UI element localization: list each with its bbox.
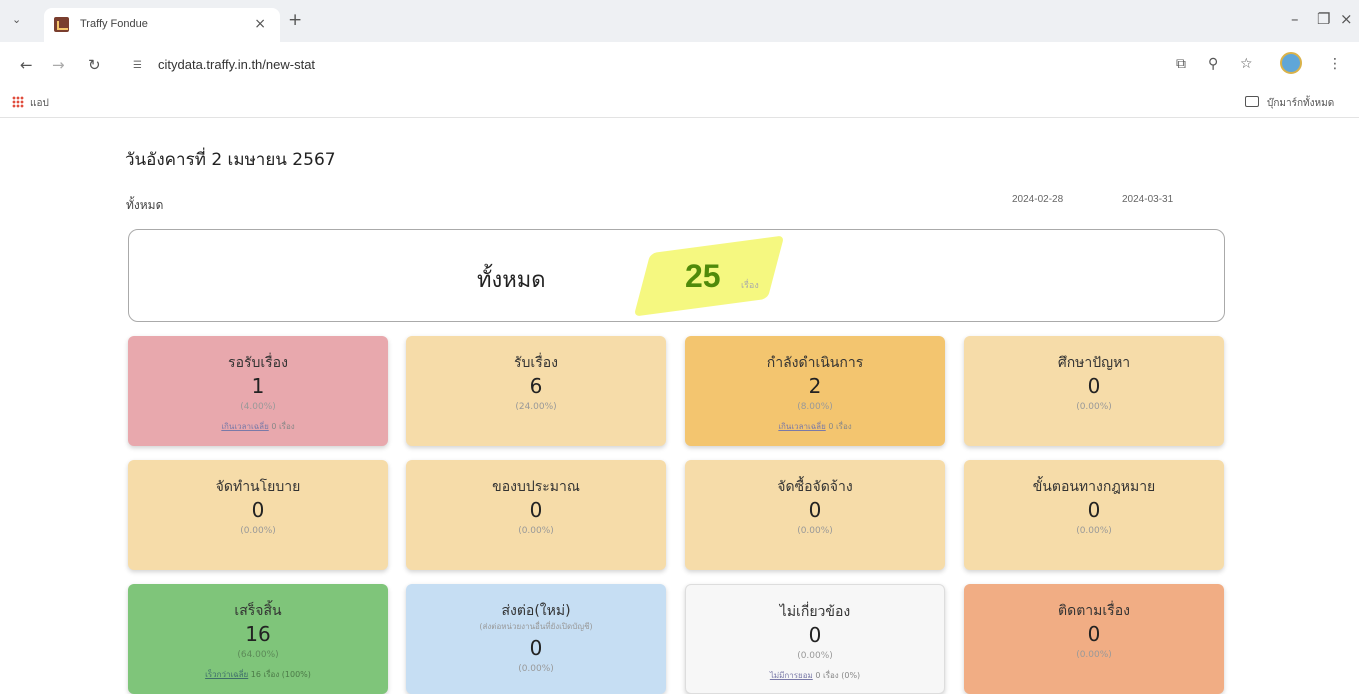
card-percent: (24.00%) bbox=[515, 402, 557, 412]
card-forwarded[interactable]: ส่งต่อ(ใหม่) (ส่งต่อหน่วยงานอื่นที่ยังเป… bbox=[406, 584, 666, 694]
card-value: 2 bbox=[808, 374, 822, 398]
browser-tab-bar: ⌄ Traffy Fondue × + – ❐ × bbox=[0, 0, 1359, 42]
card-sub-link[interactable]: เร็วกว่าเฉลี่ย bbox=[205, 670, 248, 679]
new-tab-icon[interactable]: + bbox=[288, 10, 302, 30]
card-percent: (8.00%) bbox=[797, 402, 833, 412]
card-value: 0 bbox=[1087, 374, 1101, 398]
card-value: 0 bbox=[251, 498, 265, 522]
card-legal[interactable]: ขั้นตอนทางกฎหมาย 0 (0.00%) bbox=[964, 460, 1224, 570]
card-sub: เกินเวลาเฉลี่ย 0 เรื่อง bbox=[128, 420, 388, 433]
card-title: กำลังดำเนินการ bbox=[766, 355, 864, 371]
card-procurement[interactable]: จัดซื้อจัดจ้าง 0 (0.00%) bbox=[685, 460, 945, 570]
folder-icon[interactable] bbox=[1245, 96, 1259, 107]
card-sub-text: 0 เรื่อง bbox=[271, 422, 295, 431]
forward-icon[interactable]: → bbox=[52, 56, 65, 74]
tab-search-chevron-icon[interactable]: ⌄ bbox=[12, 13, 21, 26]
install-app-icon[interactable]: ⧉ bbox=[1176, 56, 1186, 72]
card-value: 1 bbox=[251, 374, 265, 398]
card-percent: (4.00%) bbox=[240, 402, 276, 412]
close-window-icon[interactable]: × bbox=[1340, 10, 1353, 28]
zoom-icon[interactable]: ⚲ bbox=[1208, 56, 1218, 72]
card-sub-link[interactable]: เกินเวลาเฉลี่ย bbox=[778, 422, 825, 431]
card-percent: (0.00%) bbox=[518, 526, 554, 536]
card-note: (ส่งต่อหน่วยงานอื่นที่ยังเปิดบัญชี) bbox=[479, 622, 593, 631]
date-to-input[interactable]: 2024-03-31 bbox=[1122, 194, 1173, 205]
card-completed[interactable]: เสร็จสิ้น 16 (64.00%) เร็วกว่าเฉลี่ย 16 … bbox=[128, 584, 388, 694]
card-study[interactable]: ศึกษาปัญหา 0 (0.00%) bbox=[964, 336, 1224, 446]
url-field[interactable]: citydata.traffy.in.th/new-stat bbox=[158, 57, 315, 72]
card-percent: (0.00%) bbox=[797, 526, 833, 536]
card-percent: (0.00%) bbox=[1076, 402, 1112, 412]
total-unit: เรื่อง bbox=[741, 281, 759, 291]
card-percent: (0.00%) bbox=[518, 664, 554, 674]
card-title: ไม่เกี่ยวข้อง bbox=[779, 604, 851, 620]
card-follow-up[interactable]: ติดตามเรื่อง 0 (0.00%) bbox=[964, 584, 1224, 694]
browser-tab[interactable]: Traffy Fondue × bbox=[44, 8, 280, 42]
card-received[interactable]: รับเรื่อง 6 (24.00%) bbox=[406, 336, 666, 446]
restore-icon[interactable]: ❐ bbox=[1317, 10, 1330, 28]
card-title: ส่งต่อ(ใหม่) bbox=[501, 603, 571, 619]
card-sub-text: 16 เรื่อง (100%) bbox=[250, 670, 311, 679]
card-percent: (64.00%) bbox=[237, 650, 279, 660]
card-title: รอรับเรื่อง bbox=[228, 355, 288, 371]
apps-grid-icon[interactable] bbox=[12, 96, 24, 108]
browser-menu-icon[interactable]: ⋮ bbox=[1328, 56, 1342, 72]
card-waiting[interactable]: รอรับเรื่อง 1 (4.00%) เกินเวลาเฉลี่ย 0 เ… bbox=[128, 336, 388, 446]
date-from-input[interactable]: 2024-02-28 bbox=[1012, 194, 1063, 205]
card-sub-link[interactable]: เกินเวลาเฉลี่ย bbox=[221, 422, 268, 431]
card-policy[interactable]: จัดทำนโยบาย 0 (0.00%) bbox=[128, 460, 388, 570]
card-percent: (0.00%) bbox=[240, 526, 276, 536]
tab-title: Traffy Fondue bbox=[80, 18, 148, 30]
card-title: จัดซื้อจัดจ้าง bbox=[777, 479, 853, 495]
minimize-icon[interactable]: – bbox=[1291, 10, 1299, 28]
card-title: ขั้นตอนทางกฎหมาย bbox=[1032, 479, 1156, 495]
card-sub: เร็วกว่าเฉลี่ย 16 เรื่อง (100%) bbox=[128, 668, 388, 681]
profile-avatar[interactable] bbox=[1280, 52, 1302, 74]
all-bookmarks-label[interactable]: บุ๊กมาร์กทั้งหมด bbox=[1267, 96, 1334, 111]
bookmarks-bar: แอป บุ๊กมาร์กทั้งหมด bbox=[0, 88, 1359, 118]
apps-label[interactable]: แอป bbox=[30, 96, 49, 111]
card-sub-link[interactable]: ไม่มีการยอม bbox=[770, 671, 813, 680]
address-bar: ← → ↻ ☰ citydata.traffy.in.th/new-stat ⧉… bbox=[0, 42, 1359, 88]
card-title: เสร็จสิ้น bbox=[234, 603, 282, 619]
card-title: ของบประมาณ bbox=[492, 479, 580, 495]
filter-select[interactable]: ทั้งหมด bbox=[126, 196, 163, 215]
close-tab-icon[interactable]: × bbox=[254, 16, 266, 32]
card-value: 6 bbox=[529, 374, 543, 398]
card-sub: ไม่มีการยอม 0 เรื่อง (0%) bbox=[686, 669, 944, 682]
card-sub: เกินเวลาเฉลี่ย 0 เรื่อง bbox=[685, 420, 945, 433]
page-date-heading: วันอังคารที่ 2 เมษายน 2567 bbox=[125, 150, 336, 170]
total-label: ทั้งหมด bbox=[477, 268, 546, 293]
card-sub-text: 0 เรื่อง bbox=[828, 422, 852, 431]
total-value: 25 bbox=[685, 258, 721, 294]
card-percent: (0.00%) bbox=[1076, 526, 1112, 536]
card-title: รับเรื่อง bbox=[514, 355, 558, 371]
card-title: ติดตามเรื่อง bbox=[1058, 603, 1130, 619]
card-value: 0 bbox=[1087, 498, 1101, 522]
card-sub-text: 0 เรื่อง (0%) bbox=[815, 671, 861, 680]
total-card: ทั้งหมด 25 เรื่อง bbox=[128, 229, 1225, 322]
card-percent: (0.00%) bbox=[1076, 650, 1112, 660]
card-unrelated[interactable]: ไม่เกี่ยวข้อง 0 (0.00%) ไม่มีการยอม 0 เร… bbox=[685, 584, 945, 694]
card-value: 0 bbox=[808, 623, 822, 647]
card-percent: (0.00%) bbox=[797, 651, 833, 661]
card-value: 0 bbox=[529, 636, 543, 660]
card-title: จัดทำนโยบาย bbox=[215, 479, 301, 495]
card-value: 0 bbox=[529, 498, 543, 522]
card-budget[interactable]: ของบประมาณ 0 (0.00%) bbox=[406, 460, 666, 570]
card-title: ศึกษาปัญหา bbox=[1057, 355, 1131, 371]
site-info-icon[interactable]: ☰ bbox=[133, 60, 142, 71]
card-in-progress[interactable]: กำลังดำเนินการ 2 (8.00%) เกินเวลาเฉลี่ย … bbox=[685, 336, 945, 446]
card-value: 0 bbox=[1087, 622, 1101, 646]
card-value: 0 bbox=[808, 498, 822, 522]
back-icon[interactable]: ← bbox=[20, 56, 33, 74]
reload-icon[interactable]: ↻ bbox=[88, 56, 101, 74]
traffy-favicon-icon bbox=[54, 17, 69, 32]
card-value: 16 bbox=[245, 622, 271, 646]
bookmark-star-icon[interactable]: ☆ bbox=[1240, 56, 1253, 72]
